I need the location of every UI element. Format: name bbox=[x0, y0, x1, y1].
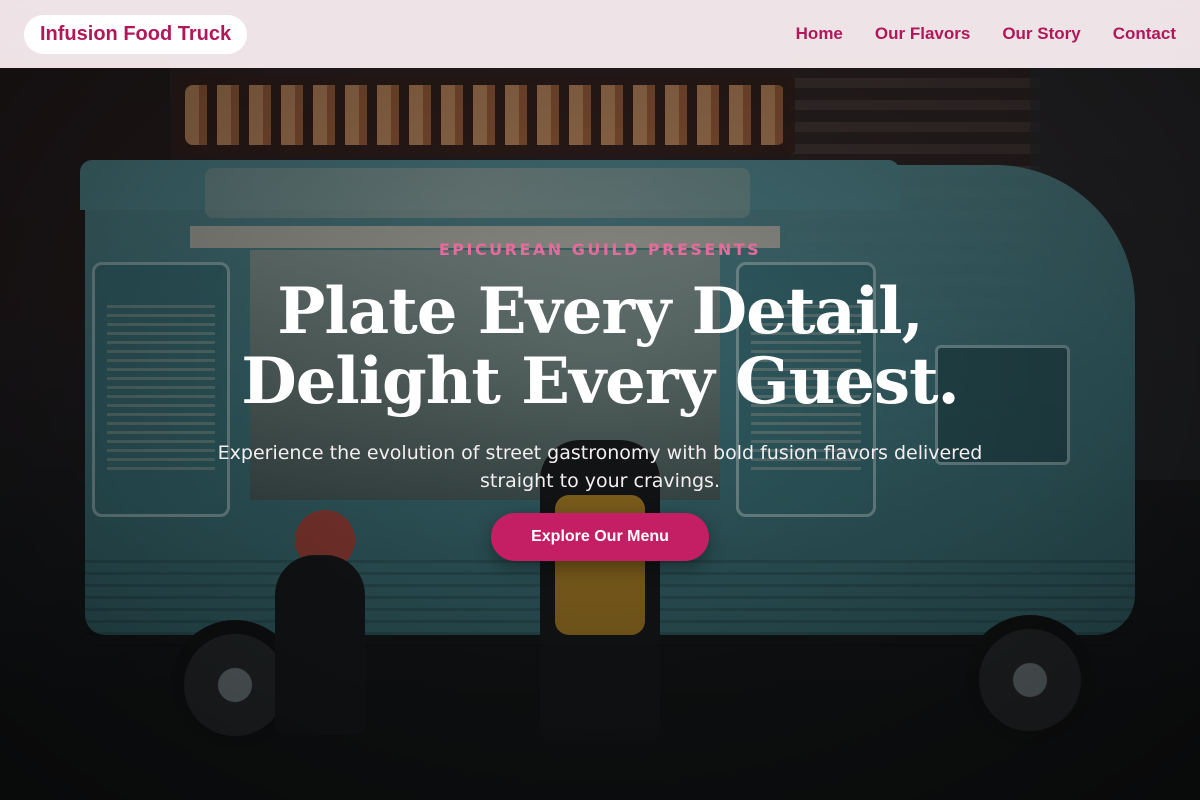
explore-menu-button[interactable]: Explore Our Menu bbox=[491, 513, 709, 561]
hero-headline: Plate Every Detail, Delight Every Guest. bbox=[0, 277, 1200, 417]
hero-headline-line-2: Delight Every Guest. bbox=[241, 344, 960, 419]
navbar: Infusion Food Truck Home Our Flavors Our… bbox=[0, 0, 1200, 68]
hero-eyebrow: EPICUREAN GUILD PRESENTS bbox=[438, 240, 762, 259]
hero-subtext: Experience the evolution of street gastr… bbox=[217, 442, 983, 492]
hero-content: EPICUREAN GUILD PRESENTS Plate Every Det… bbox=[0, 240, 1200, 561]
nav-link-home[interactable]: Home bbox=[796, 24, 843, 44]
brand-logo-link[interactable]: Infusion Food Truck bbox=[24, 14, 248, 54]
nav-links: Home Our Flavors Our Story Contact bbox=[796, 24, 1176, 44]
nav-link-our-story[interactable]: Our Story bbox=[1002, 24, 1080, 44]
nav-link-our-flavors[interactable]: Our Flavors bbox=[875, 24, 970, 44]
nav-link-contact[interactable]: Contact bbox=[1113, 24, 1176, 44]
hero-headline-line-1: Plate Every Detail, bbox=[277, 274, 923, 349]
